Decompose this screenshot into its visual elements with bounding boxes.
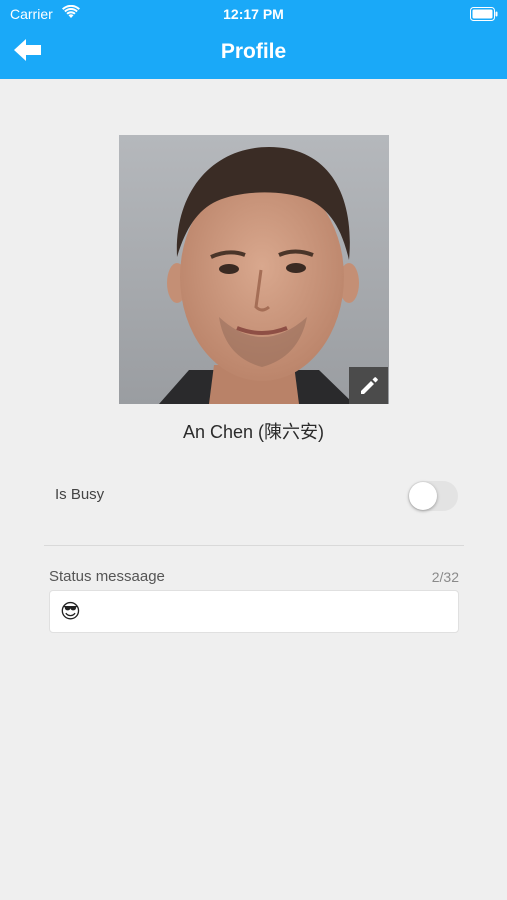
status-message-input[interactable]: 😎 (49, 590, 459, 633)
status-time: 12:17 PM (223, 6, 284, 22)
avatar (119, 135, 389, 404)
divider (44, 545, 464, 546)
is-busy-label: Is Busy (55, 486, 105, 503)
page-title: Profile (220, 40, 287, 63)
is-busy-toggle[interactable] (408, 481, 458, 511)
character-counter: 2/32 (431, 569, 459, 585)
status-bar: Carrier 12:17 PM (0, 0, 507, 28)
battery-icon (470, 7, 498, 21)
toggle-knob (409, 482, 437, 510)
edit-photo-button[interactable] (349, 367, 388, 404)
app-header: Carrier 12:17 PM Profile (0, 0, 507, 79)
avatar-photo (119, 135, 389, 404)
status-message-label: Status messaage (49, 568, 165, 585)
profile-name: An Chen (陳六安) (182, 422, 325, 442)
pencil-icon (361, 377, 378, 394)
